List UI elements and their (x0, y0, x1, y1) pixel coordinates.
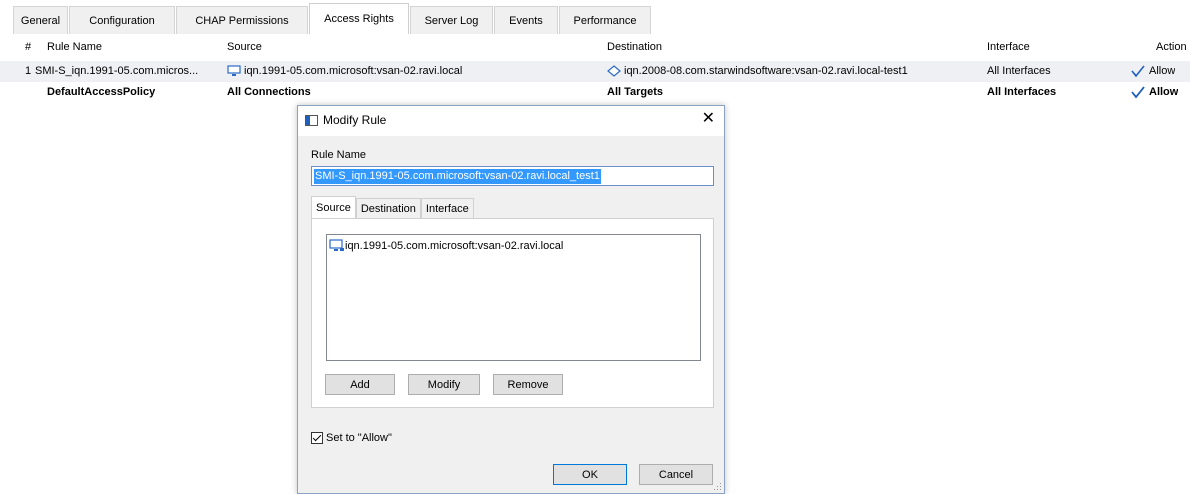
modify-rule-dialog: Modify Rule ✕ Rule Name SMI-S_iqn.1991-0… (297, 105, 725, 494)
col-rule-name[interactable]: Rule Name (47, 37, 102, 58)
tab-performance[interactable]: Performance (559, 6, 651, 34)
allow-label: Set to "Allow" (326, 432, 392, 444)
button-label: Add (350, 378, 370, 391)
col-action[interactable]: Action (1156, 37, 1187, 58)
rule-name-input[interactable]: SMI-S_iqn.1991-05.com.microsoft:vsan-02.… (311, 166, 714, 186)
tab-label: Server Log (424, 14, 479, 27)
col-num[interactable]: # (25, 37, 31, 58)
row-source: All Connections (227, 86, 311, 98)
source-list[interactable]: iqn.1991-05.com.microsoft:vsan-02.ravi.l… (326, 234, 701, 361)
tab-bar: General Configuration CHAP Permissions A… (0, 0, 1190, 34)
tab-server-log[interactable]: Server Log (410, 6, 493, 34)
row-num: 1 (25, 65, 32, 77)
dialog-title: Modify Rule (323, 113, 387, 127)
computer-network-icon (329, 239, 344, 251)
checkmark-icon (1131, 65, 1145, 78)
tab-general[interactable]: General (13, 6, 68, 34)
checkbox-box[interactable] (311, 432, 323, 444)
row-rule-name: SMI-S_iqn.1991-05.com.micros... (35, 65, 199, 77)
row-action: Allow (1149, 86, 1179, 98)
cancel-button[interactable]: Cancel (639, 464, 713, 485)
source-panel: iqn.1991-05.com.microsoft:vsan-02.ravi.l… (311, 218, 714, 408)
table-row[interactable]: 1 SMI-S_iqn.1991-05.com.micros... iqn.19… (0, 61, 1190, 82)
allow-checkbox[interactable]: Set to "Allow" (311, 432, 392, 444)
source-item-label: iqn.1991-05.com.microsoft:vsan-02.ravi.l… (345, 239, 564, 252)
tab-label: Source (316, 201, 351, 214)
row-action: Allow (1149, 65, 1176, 77)
rule-name-label: Rule Name (311, 149, 367, 161)
checkmark-icon (1131, 86, 1145, 99)
col-destination[interactable]: Destination (607, 37, 662, 58)
tab-label: Destination (360, 202, 416, 215)
col-interface[interactable]: Interface (987, 37, 1030, 58)
tab-access-rights[interactable]: Access Rights (309, 3, 409, 34)
row-interface: All Interfaces (987, 86, 1057, 98)
tab-label: Access Rights (324, 13, 394, 25)
dialog-titlebar[interactable]: Modify Rule ✕ (298, 106, 724, 136)
close-icon[interactable]: ✕ (702, 111, 715, 127)
button-label: OK (582, 468, 598, 481)
dialog-tabs: Source Destination Interface (311, 196, 474, 218)
button-label: Cancel (658, 468, 694, 481)
row-source: iqn.1991-05.com.microsoft:vsan-02.ravi.l… (244, 65, 463, 77)
table-header: # Rule Name Source Destination Interface… (0, 37, 1190, 58)
tab-label: Configuration (89, 14, 155, 27)
row-interface: All Interfaces (987, 65, 1051, 77)
tab-interface[interactable]: Interface (420, 198, 474, 218)
tab-label: Performance (573, 14, 637, 27)
tab-label: Events (509, 14, 543, 27)
row-destination: iqn.2008-08.com.starwindsoftware:vsan-02… (624, 65, 908, 77)
ok-button[interactable]: OK (553, 464, 627, 485)
col-source[interactable]: Source (227, 37, 262, 58)
button-label: Remove (507, 378, 549, 391)
tab-label: General (20, 14, 61, 27)
list-item[interactable]: iqn.1991-05.com.microsoft:vsan-02.ravi.l… (329, 239, 563, 252)
computer-network-icon (227, 65, 241, 77)
target-diamond-icon (607, 65, 621, 77)
tab-label: Interface (425, 202, 469, 215)
tab-events[interactable]: Events (494, 6, 558, 34)
button-label: Modify (427, 378, 461, 391)
tab-destination[interactable]: Destination (355, 198, 421, 218)
tab-label: CHAP Permissions (195, 14, 289, 27)
add-button[interactable]: Add (325, 374, 395, 395)
tab-source[interactable]: Source (311, 196, 356, 218)
row-rule-name: DefaultAccessPolicy (47, 86, 156, 98)
tab-configuration[interactable]: Configuration (69, 6, 175, 34)
row-destination: All Targets (607, 86, 664, 98)
tab-chap-permissions[interactable]: CHAP Permissions (176, 6, 308, 34)
remove-button[interactable]: Remove (493, 374, 563, 395)
rule-name-value: SMI-S_iqn.1991-05.com.microsoft:vsan-02.… (314, 169, 601, 184)
resize-grip-icon[interactable] (714, 483, 722, 491)
modify-button[interactable]: Modify (408, 374, 480, 395)
table-row[interactable]: DefaultAccessPolicy All Connections All … (0, 82, 1190, 103)
window-icon (305, 115, 318, 126)
